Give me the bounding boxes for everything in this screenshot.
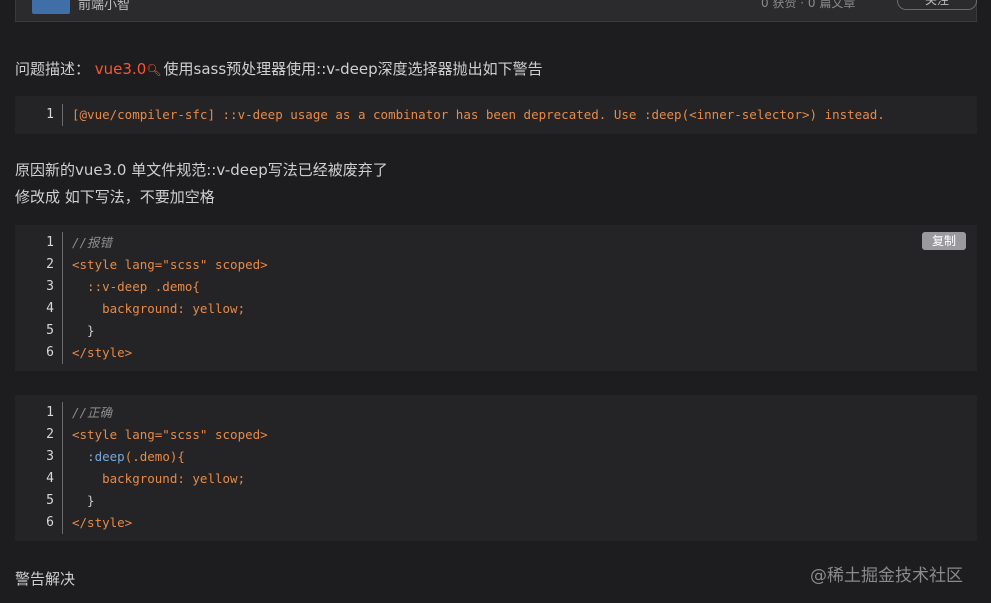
reason-line-1: 原因新的vue3.0 单文件规范::v-deep写法已经被废弃了 xyxy=(15,161,388,179)
line-number: 6 xyxy=(46,345,54,360)
copy-button[interactable]: 复制 xyxy=(922,232,966,250)
keyword-link[interactable]: vue3.0 xyxy=(95,60,146,78)
line-number: 4 xyxy=(46,471,54,486)
problem-description: 问题描述： vue3.0🔍︎ 使用sass预处理器使用::v-deep深度选择器抛… xyxy=(15,58,543,79)
line-number: 5 xyxy=(46,493,54,508)
line-number: 3 xyxy=(46,279,54,294)
code-close-brace: } xyxy=(72,323,95,338)
code-close-brace: } xyxy=(72,493,95,508)
code-style-close: </style> xyxy=(72,515,133,530)
line-number: 6 xyxy=(46,515,54,530)
warning-code-block: 1 [@vue/compiler-sfc] ::v-deep usage as … xyxy=(15,96,977,134)
section-heading: 警告解决 xyxy=(15,570,76,588)
line-number: 2 xyxy=(46,427,54,442)
search-icon[interactable]: 🔍︎ xyxy=(146,63,161,77)
problem-suffix: 使用sass预处理器使用::v-deep深度选择器抛出如下警告 xyxy=(163,60,543,78)
line-gutter: 1 2 3 4 5 6 xyxy=(15,232,63,364)
line-gutter: 1 2 3 4 5 6 xyxy=(15,402,63,534)
watermark: @稀土掘金技术社区 xyxy=(810,566,963,586)
code-declaration: background: yellow; xyxy=(72,301,246,316)
author-stats: 0 获赞 · 0 篇文章 xyxy=(761,0,856,10)
line-number: 1 xyxy=(46,405,54,420)
code-selector: ::v-deep .demo{ xyxy=(72,279,200,294)
line-number: 5 xyxy=(46,323,54,338)
line-number: 4 xyxy=(46,301,54,316)
reason-line-2: 修改成 如下写法，不要加空格 xyxy=(15,188,215,206)
code-style-open: <style lang="scss" scoped> xyxy=(72,257,268,272)
code-lines: [@vue/compiler-sfc] ::v-deep usage as a … xyxy=(72,104,885,126)
correct-code-block: 1 2 3 4 5 6 //正确 <style lang="scss" scop… xyxy=(15,395,977,541)
code-declaration: background: yellow; xyxy=(72,471,246,486)
code-lines: //报错 <style lang="scss" scoped> ::v-deep… xyxy=(72,232,268,364)
author-bar: 前端小智 0 获赞 · 0 篇文章 关注 xyxy=(15,0,977,22)
code-comment: //正确 xyxy=(72,405,113,420)
author-name[interactable]: 前端小智 xyxy=(78,0,130,13)
line-number: 2 xyxy=(46,257,54,272)
code-lines: //正确 <style lang="scss" scoped> :deep(.d… xyxy=(72,402,268,534)
code-style-open: <style lang="scss" scoped> xyxy=(72,427,268,442)
code-deep-arg: (.demo){ xyxy=(124,449,185,464)
problem-prefix: 问题描述： xyxy=(15,60,91,78)
follow-button[interactable]: 关注 xyxy=(897,0,977,10)
line-number: 1 xyxy=(46,107,54,122)
code-deep-fn: :deep xyxy=(87,449,125,464)
code-comment: //报错 xyxy=(72,235,113,250)
line-number: 3 xyxy=(46,449,54,464)
code-style-close: </style> xyxy=(72,345,133,360)
code-selector: :deep(.demo){ xyxy=(72,446,268,468)
line-number: 1 xyxy=(46,235,54,250)
wrong-code-block: 复制 1 2 3 4 5 6 //报错 <style lang="scss" s… xyxy=(15,225,977,371)
avatar[interactable] xyxy=(32,0,70,14)
code-line: [@vue/compiler-sfc] ::v-deep usage as a … xyxy=(72,107,885,122)
line-gutter: 1 xyxy=(15,104,63,126)
